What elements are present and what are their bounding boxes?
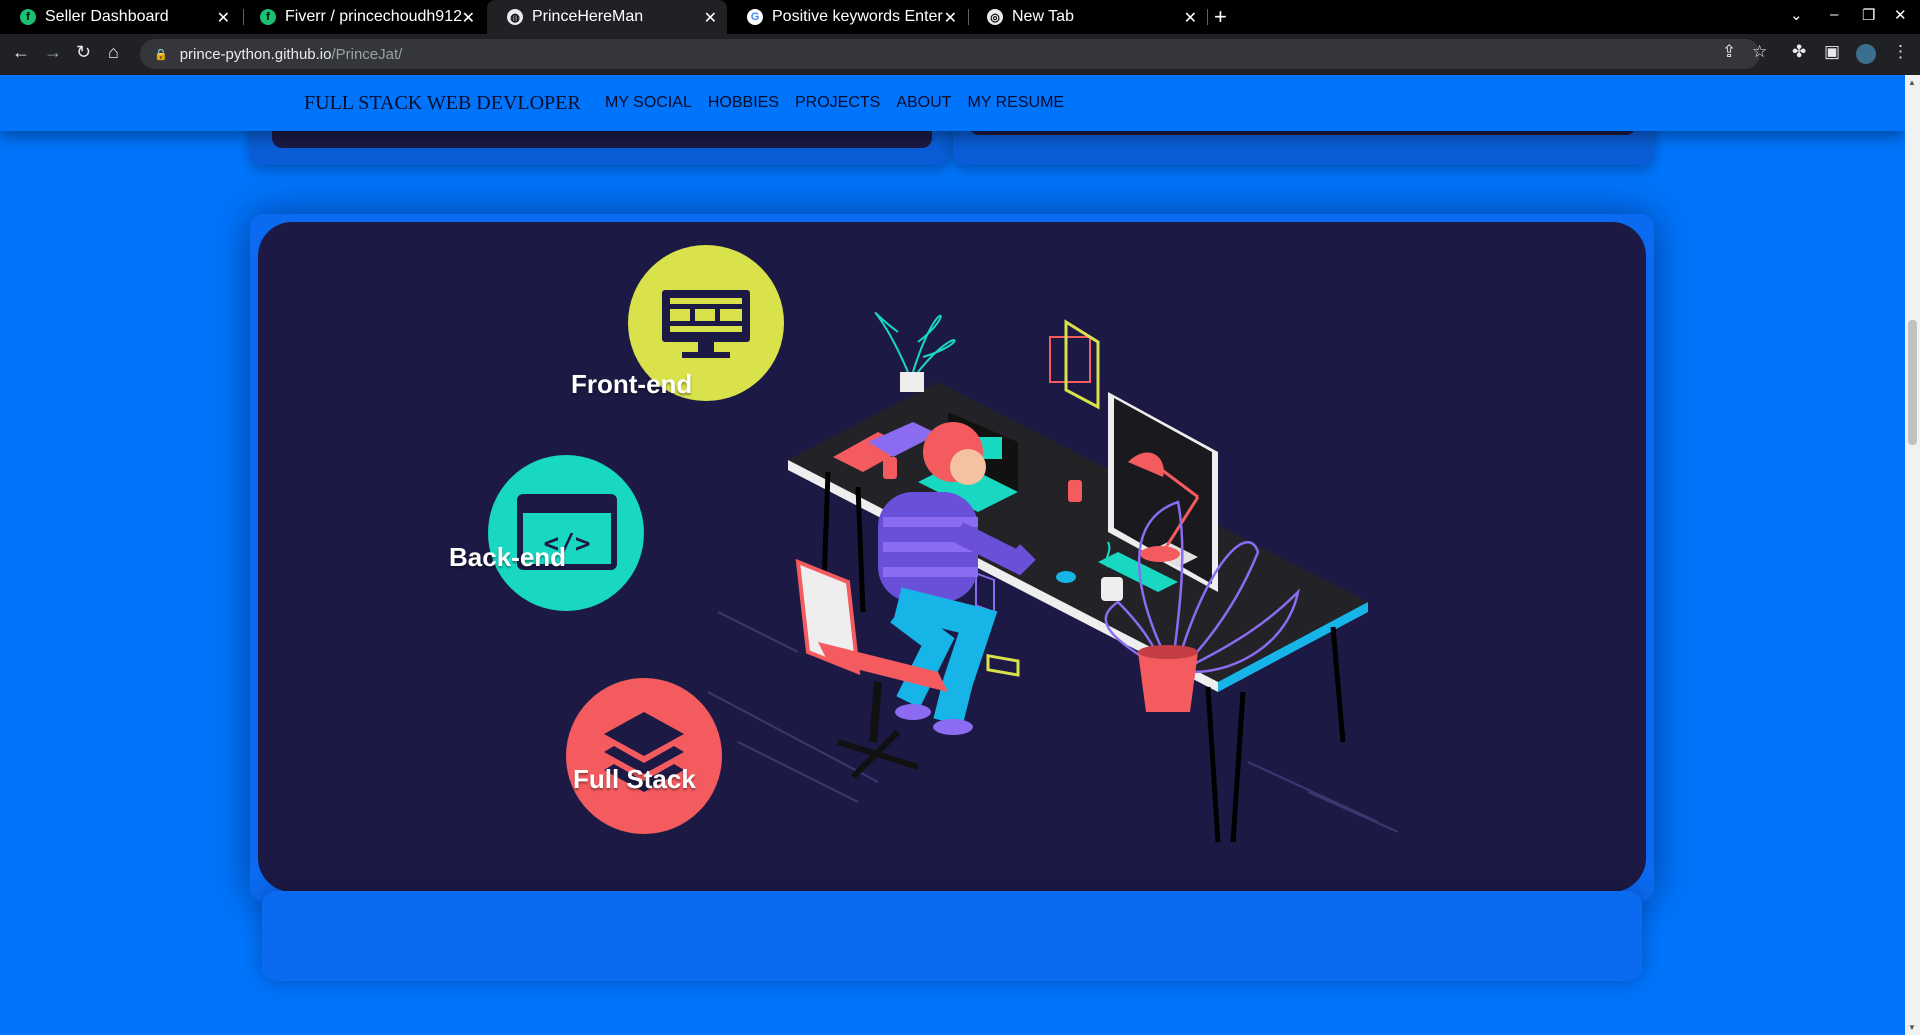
close-icon[interactable]: ✕ <box>944 8 957 28</box>
extensions-icon[interactable]: ✤ <box>1792 42 1806 62</box>
google-icon: G <box>747 9 763 25</box>
url-path: /PrinceJat/ <box>331 45 403 63</box>
site-navbar: FULL STACK WEB DEVLOPER MY SOCIAL HOBBIE… <box>0 75 1905 131</box>
fullstack-label: Full Stack <box>573 764 696 794</box>
bookmark-star-icon[interactable]: ☆ <box>1752 42 1767 62</box>
phone <box>986 653 1020 677</box>
menu-icon[interactable]: ⋮ <box>1892 42 1909 62</box>
tab-title: PrinceHereMan <box>532 8 644 25</box>
tab-title: Seller Dashboard <box>45 8 169 25</box>
tab-positive-keywords[interactable]: G Positive keywords Enter se ✕ <box>727 0 967 34</box>
new-tab-button[interactable]: + <box>1214 4 1227 30</box>
page-scrollbar[interactable]: ▲ ▼ <box>1905 75 1920 1035</box>
tab-separator <box>1207 9 1208 25</box>
home-icon[interactable]: ⌂ <box>108 42 119 63</box>
mouse <box>1056 571 1076 583</box>
web-page: FULL STACK WEB DEVLOPER MY SOCIAL HOBBIE… <box>0 75 1905 1035</box>
scroll-down-icon[interactable]: ▼ <box>1908 1023 1916 1032</box>
browser-chrome: f Seller Dashboard ✕ f Fiverr / princech… <box>0 0 1920 75</box>
lock-icon: 🔒 <box>154 48 168 61</box>
scroll-up-icon[interactable]: ▲ <box>1908 78 1916 87</box>
backend-label: Back-end <box>449 542 567 572</box>
desk-plant <box>874 311 956 392</box>
nav-my-social[interactable]: MY SOCIAL <box>605 94 692 112</box>
frontend-label: Front-end <box>571 369 693 399</box>
reload-icon[interactable]: ↻ <box>76 42 91 63</box>
fiverr-icon: f <box>260 9 276 25</box>
tab-strip: f Seller Dashboard ✕ f Fiverr / princech… <box>0 0 1920 34</box>
browser-toolbar: ← → ↻ ⌂ 🔒 prince-python.github.io /Princ… <box>0 34 1920 75</box>
code-window-icon: </> <box>488 455 644 611</box>
tab-seller-dashboard[interactable]: f Seller Dashboard ✕ <box>0 0 240 34</box>
pen-holder <box>1068 480 1082 502</box>
close-icon[interactable]: ✕ <box>1184 8 1197 28</box>
developer-illustration-card: </> Front-end Back-end Full Stack <box>250 214 1654 902</box>
next-card <box>262 891 1642 981</box>
tab-fiverr[interactable]: f Fiverr / princechoudh912 / ✕ <box>240 0 485 34</box>
minimize-icon[interactable]: – <box>1830 6 1838 23</box>
layers-icon <box>566 678 722 834</box>
fiverr-icon: f <box>20 9 36 25</box>
nav-projects[interactable]: PROJECTS <box>795 94 880 112</box>
illustration-panel: </> Front-end Back-end Full Stack <box>258 222 1646 892</box>
back-icon[interactable]: ← <box>12 42 30 63</box>
avatar[interactable] <box>1856 44 1876 64</box>
close-icon[interactable]: ✕ <box>704 8 717 28</box>
forward-icon[interactable]: → <box>44 42 62 63</box>
address-bar[interactable]: 🔒 prince-python.github.io /PrinceJat/ <box>140 39 1760 69</box>
mug <box>883 457 897 479</box>
restore-icon[interactable]: ❐ <box>1862 6 1875 24</box>
window-close-icon[interactable]: ✕ <box>1894 6 1907 24</box>
chrome-icon: ◎ <box>987 9 1003 25</box>
close-icon[interactable]: ✕ <box>217 8 230 28</box>
tab-title: Positive keywords Enter se <box>772 8 947 25</box>
share-icon[interactable]: ⇪ <box>1722 42 1736 62</box>
nav-about[interactable]: ABOUT <box>896 94 951 112</box>
url-host: prince-python.github.io <box>179 45 332 63</box>
site-brand[interactable]: FULL STACK WEB DEVLOPER <box>304 92 581 115</box>
side-panel-icon[interactable]: ▣ <box>1824 42 1840 62</box>
tab-title: Fiverr / princechoudh912 / <box>285 8 465 25</box>
tab-search-icon[interactable]: ⌄ <box>1790 6 1803 24</box>
scrollbar-thumb[interactable] <box>1908 320 1917 445</box>
nav-hobbies[interactable]: HOBBIES <box>708 94 779 112</box>
nav-my-resume[interactable]: MY RESUME <box>967 94 1064 112</box>
tab-princehereman[interactable]: ◍ PrinceHereMan ✕ <box>487 0 727 34</box>
nav-links: MY SOCIAL HOBBIES PROJECTS ABOUT MY RESU… <box>605 94 1064 112</box>
tab-new-tab[interactable]: ◎ New Tab ✕ <box>967 0 1207 34</box>
tab-title: New Tab <box>1012 8 1074 25</box>
globe-icon: ◍ <box>507 9 523 25</box>
close-icon[interactable]: ✕ <box>462 8 475 28</box>
